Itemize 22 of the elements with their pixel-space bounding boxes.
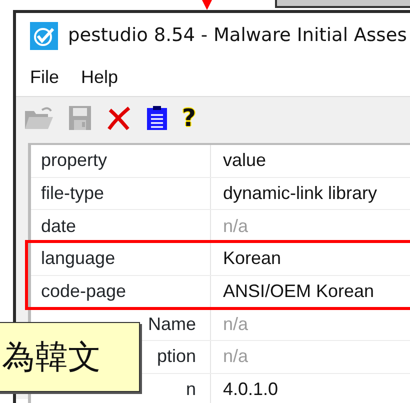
menu-item[interactable]: File xyxy=(30,64,60,91)
table-cell: date xyxy=(31,210,211,242)
column-header[interactable]: property xyxy=(31,145,211,177)
menu-item[interactable]: Help xyxy=(81,64,118,91)
table-cell-text: Korean xyxy=(222,247,282,270)
callout-note: 為韓文 xyxy=(0,322,140,392)
table-cell-text: n/a xyxy=(222,345,248,368)
table-cell-text: ANSI/OEM Korean xyxy=(222,280,374,304)
table-cell-text: dynamic-link library xyxy=(222,182,378,206)
table-cell: code-page xyxy=(31,276,211,308)
table-cell-text: n/a xyxy=(222,312,248,336)
window-title: pestudio 8.54 - Malware Initial Asses xyxy=(68,24,407,48)
column-header[interactable]: value xyxy=(211,145,266,177)
table-cell-text: 4.0.1.0 xyxy=(222,378,278,402)
clipboard-icon[interactable] xyxy=(146,105,168,131)
table-cell: language xyxy=(31,243,211,275)
help-button[interactable]: ? xyxy=(182,106,196,130)
checkbox-app-icon xyxy=(30,22,58,50)
cross-icon[interactable] xyxy=(106,105,132,131)
table-cell: file-type xyxy=(31,178,211,210)
table-cell-text: n/a xyxy=(222,214,248,238)
arrow-tip-icon xyxy=(201,0,213,10)
